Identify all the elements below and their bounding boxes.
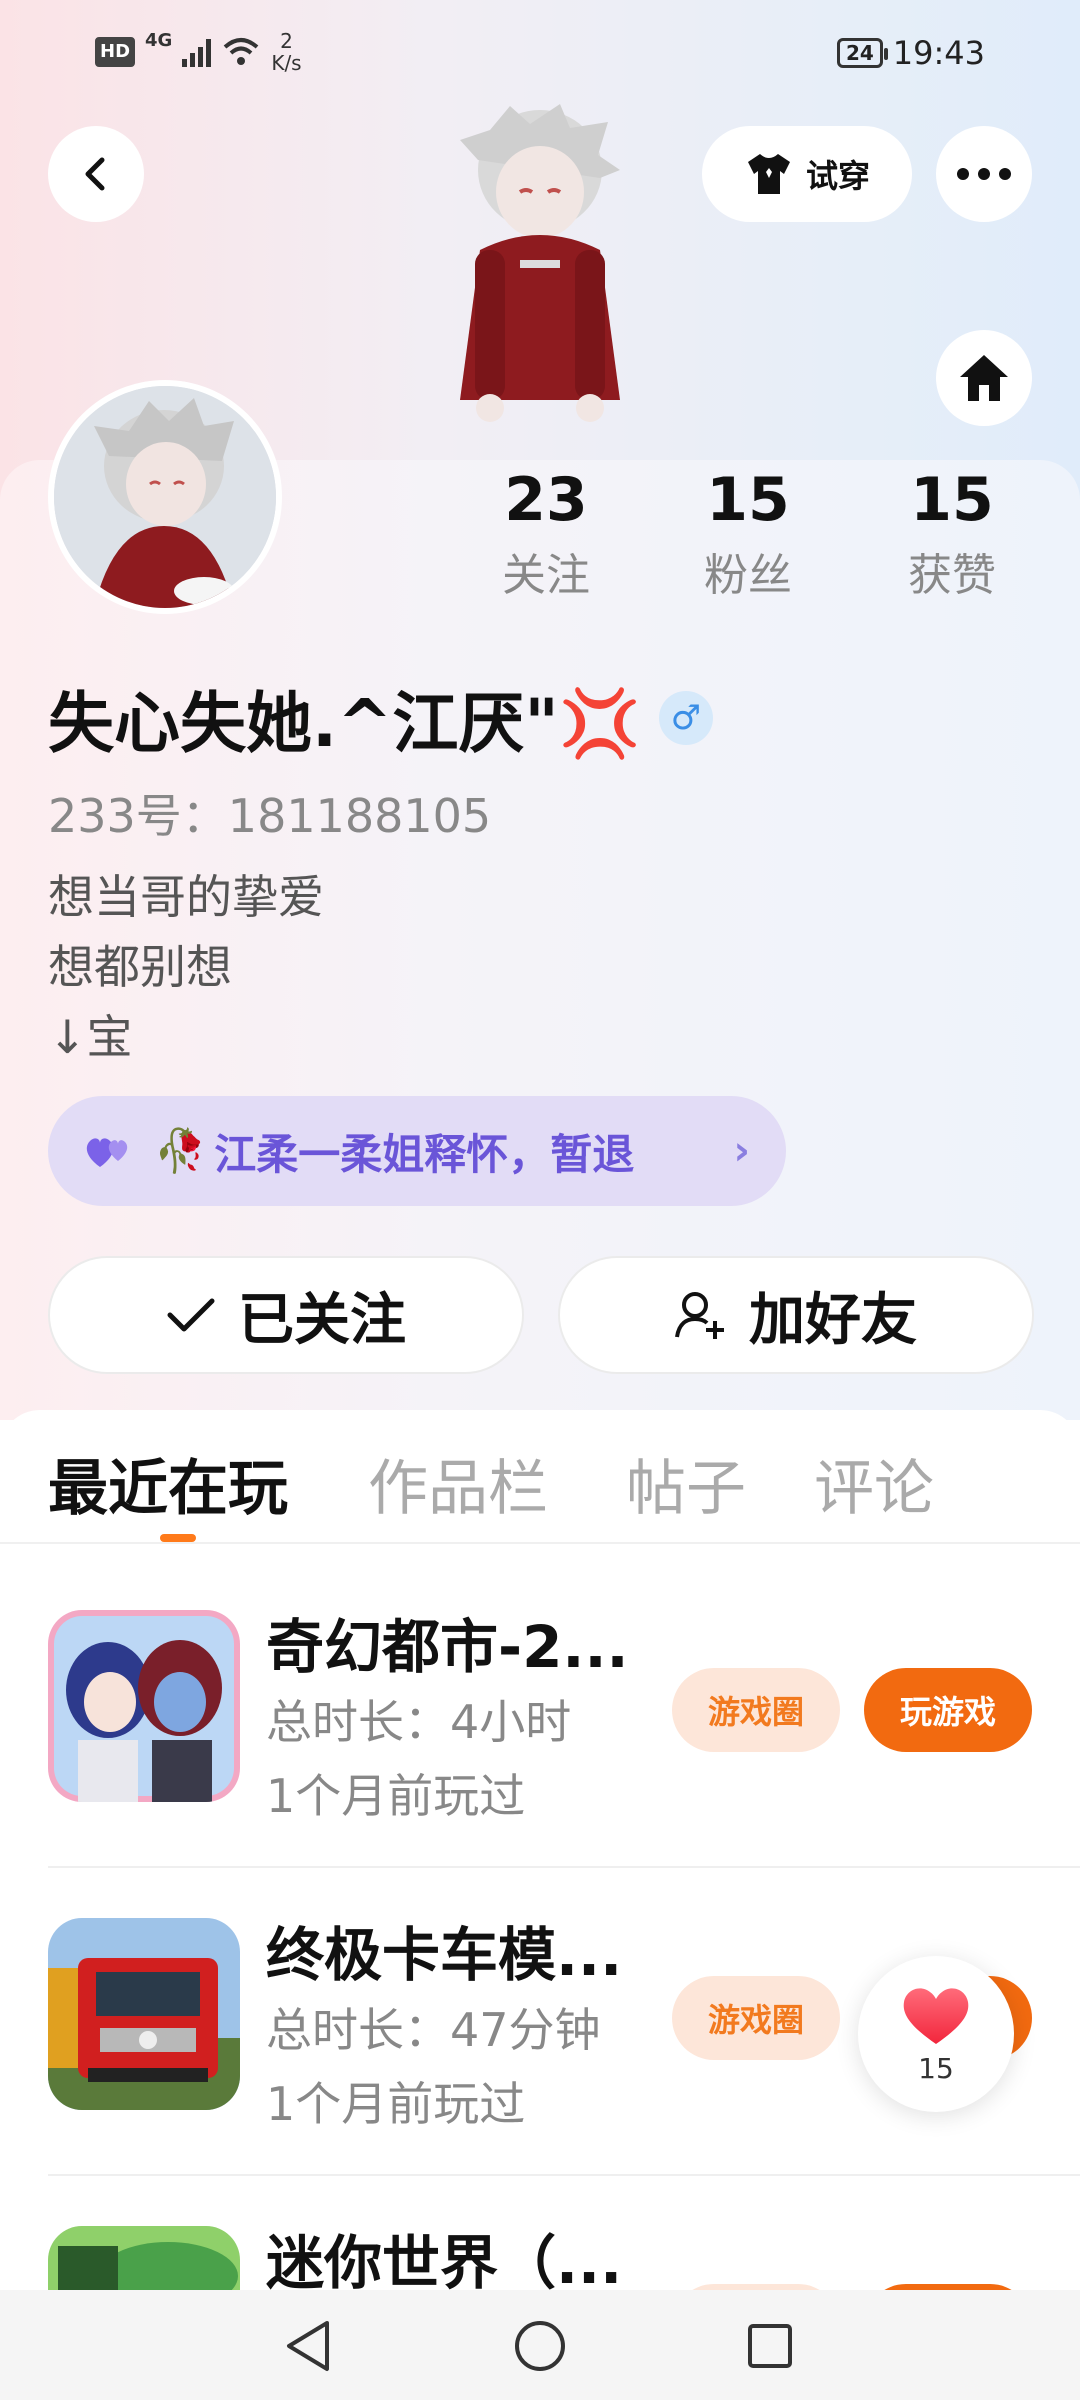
divider [0, 1542, 1080, 1544]
tab-works[interactable]: 作品栏 [368, 1440, 548, 1527]
signal-icon [182, 37, 212, 67]
list-item[interactable]: 迷你世界（... [0, 2176, 1080, 2290]
add-user-icon [675, 1292, 724, 1339]
add-friend-label: 加好友 [749, 1287, 917, 1353]
stats-row: 23 关注 15 粉丝 15 获赞 [450, 460, 1080, 620]
stat-value: 23 [504, 465, 588, 535]
bio-line: 想当哥的挚爱 [48, 870, 324, 924]
play-game-button[interactable]: 玩游戏 [864, 1668, 1032, 1752]
like-count: 15 [918, 2051, 954, 2085]
bio: 想当哥的挚爱 想都别想 ↓宝 [48, 862, 324, 1072]
game-icon [48, 1610, 240, 1802]
game-name: 终极卡车模... [266, 1921, 623, 1989]
circle-home-icon [515, 2321, 565, 2371]
add-friend-button[interactable]: 加好友 [558, 1256, 1034, 1374]
gender-male-icon: ♂ [658, 691, 713, 745]
tab-comments[interactable]: 评论 [814, 1440, 934, 1527]
bio-line: ↓宝 [48, 1010, 133, 1064]
nav-home-button[interactable] [510, 2316, 570, 2376]
wifi-icon [224, 38, 259, 65]
more-dots-icon [957, 168, 1011, 180]
avatar-image [54, 386, 276, 608]
game-circle-button[interactable]: 游戏圈 [672, 1976, 840, 2060]
nav-back-button[interactable] [278, 2316, 338, 2376]
game-last-played: 1个月前玩过 [266, 1769, 526, 1823]
stat-fans[interactable]: 15 粉丝 [658, 460, 838, 606]
stat-following[interactable]: 23 关注 [456, 460, 636, 606]
home-icon [960, 355, 1008, 401]
game-total-time: 总时长：4小时 [266, 1695, 572, 1749]
followed-button[interactable]: 已关注 [48, 1256, 524, 1374]
system-nav-bar [0, 2290, 1080, 2400]
user-id: 233号：181188105 [48, 789, 492, 843]
game-circle-button[interactable]: 游戏圈 [672, 1668, 840, 1752]
avatar-character-figure [460, 104, 620, 422]
game-icon [48, 1918, 240, 2110]
name-row: 失心失她.^江厌"💢 ♂ [48, 670, 713, 766]
square-recents-icon [748, 2324, 792, 2368]
game-last-played: 1个月前玩过 [266, 2077, 526, 2131]
battery-icon: 24 [836, 38, 888, 68]
chevron-left-icon [85, 157, 105, 191]
try-on-button[interactable]: 试穿 [702, 126, 912, 222]
status-bar: HD 4G 2 K/s 24 19:43 [0, 0, 1080, 100]
tab-indicator [160, 1534, 196, 1542]
stat-label: 获赞 [908, 550, 996, 601]
stat-likes[interactable]: 15 获赞 [862, 460, 1042, 606]
game-total-time: 总时长：47分钟 [266, 2003, 601, 2057]
badge-emoji: 🥀 [154, 1126, 207, 1175]
check-icon [167, 1298, 215, 1332]
bio-line: 想都别想 [48, 940, 232, 994]
game-name: 奇幻都市-2... [266, 1613, 629, 1681]
game-icon [48, 2226, 240, 2290]
network-speed: 2 K/s [271, 29, 302, 75]
avatar[interactable] [48, 380, 282, 614]
network-label: 4G [145, 30, 173, 51]
floating-like-button[interactable]: 15 [858, 1956, 1014, 2112]
user-name: 失心失她.^江厌"💢 [48, 685, 641, 762]
badge-text: 江柔一柔姐释怀，暂退 [214, 1129, 635, 1179]
double-heart-icon [86, 1138, 128, 1167]
tab-posts[interactable]: 帖子 [626, 1440, 746, 1527]
shirt-icon [747, 154, 790, 194]
list-item[interactable]: 奇幻都市-2... 总时长：4小时 1个月前玩过 游戏圈 玩游戏 [0, 1560, 1080, 1868]
stat-value: 15 [910, 465, 994, 535]
more-options-button[interactable] [936, 126, 1032, 222]
heart-icon [903, 1987, 969, 2044]
nav-recents-button[interactable] [740, 2316, 800, 2376]
stat-value: 15 [706, 465, 790, 535]
stat-label: 关注 [502, 550, 590, 601]
home-button[interactable] [936, 330, 1032, 426]
try-on-label: 试穿 [805, 157, 870, 195]
triangle-back-icon [287, 2321, 329, 2371]
clock: 19:43 [892, 34, 985, 72]
followed-label: 已关注 [238, 1287, 406, 1353]
back-button[interactable] [48, 126, 144, 222]
tab-recently-played[interactable]: 最近在玩 [48, 1440, 288, 1527]
chevron-right-icon: › [733, 1128, 750, 1174]
hd-indicator: HD [95, 37, 136, 67]
tab-bar: 最近在玩 作品栏 帖子 评论 [0, 1410, 1080, 1542]
stat-label: 粉丝 [704, 550, 792, 601]
game-name: 迷你世界（... [266, 2229, 623, 2290]
status-badge[interactable]: 🥀 江柔一柔姐释怀，暂退 › [48, 1096, 786, 1206]
